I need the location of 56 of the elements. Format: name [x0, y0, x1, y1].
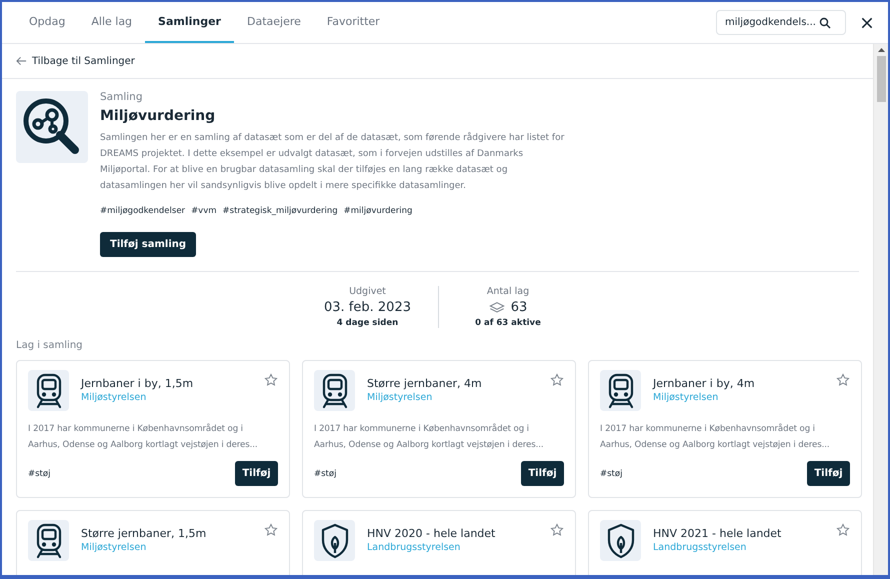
- collection-label: Samling: [100, 91, 144, 103]
- search-field[interactable]: miljøgodkendels...: [716, 10, 846, 35]
- tab[interactable]: Alle lag: [78, 2, 146, 43]
- layer-description: I 2017 har kommunerne i Københavnsområdet og i Aarhus, Odense og Aalborg kortlagt vejstøjen i deres...: [600, 422, 830, 452]
- tab[interactable]: Samlinger: [145, 2, 234, 43]
- add-button[interactable]: Tilføj: [235, 461, 278, 486]
- layer-title: Større jernbaner, 4m: [367, 377, 483, 390]
- shield-leaf-icon: [320, 522, 350, 558]
- star-icon[interactable]: [836, 373, 850, 387]
- stat-label: Udgivet: [349, 286, 386, 297]
- tag[interactable]: #støj: [314, 468, 336, 478]
- back-arrow-icon: [16, 56, 27, 66]
- search-icon: [819, 16, 831, 28]
- layer-description: I 2017 har kommunerne i Københavnsområdet og i Aarhus, Odense og Aalborg kortlagt vejstøjen i deres...: [28, 422, 258, 452]
- layer-title: HNV 2021 - hele landet: [653, 527, 782, 540]
- layer-title: HNV 2020 - hele landet: [367, 527, 496, 540]
- tag[interactable]: #miljøgodkendelser: [100, 206, 186, 216]
- stat-caption: 4 dage siden: [336, 318, 398, 328]
- tab[interactable]: Dataejere: [234, 2, 314, 43]
- scrollbar-thumb[interactable]: [876, 56, 886, 102]
- stat-label: Antal lag: [486, 286, 530, 297]
- star-icon[interactable]: [836, 523, 850, 537]
- tag[interactable]: #støj: [600, 468, 622, 478]
- tag[interactable]: #miljøvurdering: [344, 206, 412, 216]
- stat-value: 03. feb. 2023: [324, 300, 411, 315]
- layer-title: Større jernbaner, 1,5m: [81, 527, 208, 540]
- tab[interactable]: Favoritter: [314, 2, 393, 43]
- star-icon[interactable]: [550, 373, 564, 387]
- tag[interactable]: #strategisk_miljøvurdering: [222, 206, 338, 216]
- train-icon: [320, 372, 348, 408]
- layer-title: Jernbaner i by, 1,5m: [81, 377, 194, 390]
- star-icon[interactable]: [550, 523, 564, 537]
- back-link[interactable]: Tilbage til Samlinger: [16, 56, 135, 66]
- tag[interactable]: #vvm: [191, 206, 217, 216]
- train-icon: [34, 372, 62, 408]
- layers-icon: [488, 302, 505, 314]
- tag[interactable]: #støj: [28, 468, 50, 478]
- scroll-up-icon[interactable]: [878, 48, 884, 52]
- scrollbar[interactable]: [873, 44, 888, 575]
- layer-description: I 2017 har kommunerne i Københavnsområdet og i Aarhus, Odense og Aalborg kortlagt vejstøjen i deres...: [314, 422, 544, 452]
- shield-leaf-icon: [606, 522, 636, 558]
- star-icon[interactable]: [264, 373, 278, 387]
- stat-caption: 0 af 63 aktive: [475, 318, 541, 328]
- add-button[interactable]: Tilføj: [807, 461, 850, 486]
- star-icon[interactable]: [264, 523, 278, 537]
- search-input[interactable]: miljøgodkendels...: [725, 17, 815, 28]
- tab[interactable]: Opdag: [16, 2, 78, 43]
- collection-title: Miljøvurdering: [100, 108, 216, 124]
- add-button[interactable]: Tilføj: [521, 461, 564, 486]
- stat-value: 63: [510, 300, 528, 315]
- train-icon: [34, 522, 62, 558]
- collection-description: Samlingen her er en samling af datasæt som er del af de datasæt, som førende rådgivere har listet for DREAMS projektet. I dette eksempel er udvalgt datasæt, som i forvejen udstilles af Danmarks Miljøportal. For at blive en brugbar datasamling skal der tilføjes en lang række datasæt og datasamlingen her vil sandsynligvis blive opdelt i mere specifikke datasamlinger.: [100, 131, 565, 193]
- add-collection-button[interactable]: Tilføj samling: [100, 232, 196, 257]
- layer-title: Jernbaner i by, 4m: [653, 377, 756, 390]
- section-title: Lag i samling: [16, 340, 84, 351]
- train-icon: [606, 372, 634, 408]
